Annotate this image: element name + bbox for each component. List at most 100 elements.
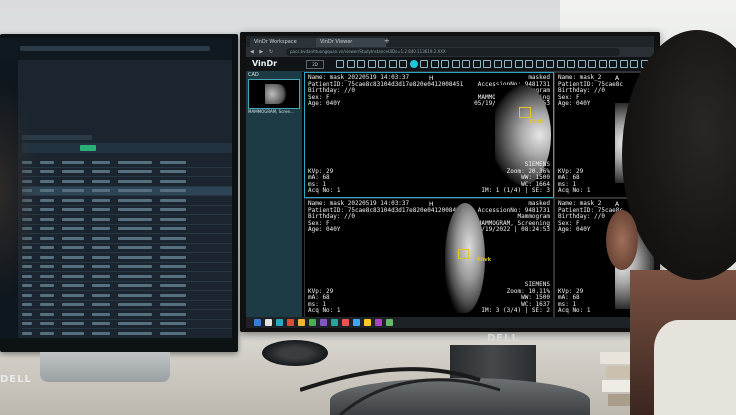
table-row[interactable]	[22, 196, 232, 206]
toolbar-tool-icon[interactable]	[546, 60, 554, 68]
taskbar-app-icon[interactable]	[375, 319, 382, 326]
table-cell	[62, 265, 84, 269]
viewport-2-roi-box[interactable]	[458, 249, 469, 259]
taskbar-app-icon[interactable]	[386, 319, 393, 326]
viewport-1-roi-box[interactable]	[519, 107, 531, 118]
table-cell	[40, 255, 54, 259]
layout-select[interactable]: 2D	[306, 60, 324, 69]
cables	[300, 367, 501, 415]
browser-tab-workspace[interactable]: VinDr Workspace	[250, 38, 320, 47]
toolbar-tool-icon[interactable]	[409, 60, 418, 68]
table-cell	[160, 179, 186, 183]
table-row[interactable]	[22, 168, 232, 177]
toolbar-tool-icon[interactable]	[472, 60, 481, 68]
toolbar-tool-icon[interactable]	[483, 60, 491, 68]
taskbar-app-icon[interactable]	[287, 319, 294, 326]
toolbar-tool-icon[interactable]	[567, 60, 575, 68]
taskbar-app-icon[interactable]	[320, 319, 327, 326]
toolbar-tool-icon[interactable]	[514, 60, 523, 68]
table-row[interactable]	[22, 206, 232, 215]
taskbar-app-icon[interactable]	[265, 319, 272, 326]
table-cell	[160, 274, 186, 278]
toolbar-tool-icon[interactable]	[525, 60, 533, 68]
table-cell	[118, 208, 152, 212]
table-cell	[40, 293, 54, 297]
table-row[interactable]	[22, 186, 232, 196]
table-cell	[118, 284, 152, 288]
table-row[interactable]	[22, 310, 232, 320]
toolbar-tool-icon[interactable]	[367, 60, 376, 68]
toolbar-tool-icon[interactable]	[420, 60, 428, 68]
table-cell	[92, 322, 110, 326]
main-monitor-screen: VinDr Workspace VinDr Viewer + ◀ ▶ ↻ pac…	[246, 36, 654, 328]
table-row[interactable]	[22, 301, 232, 310]
table-cell	[62, 274, 84, 278]
table-cell	[40, 189, 54, 193]
toolbar-tool-icon[interactable]	[493, 60, 502, 68]
series-thumbnail[interactable]	[248, 79, 300, 109]
viewport-2[interactable]: Name: mask_20220519 14:03:37 PatientID: …	[304, 198, 554, 318]
series-sidebar: CAD MAMMOGRAM, Scree...	[246, 71, 302, 317]
new-tab-button[interactable]: +	[384, 37, 390, 45]
table-cell	[160, 265, 186, 269]
toolbar-tool-icon[interactable]	[504, 60, 512, 68]
viewport-2-orientation-marker: H	[429, 201, 434, 208]
taskbar-app-icon[interactable]	[254, 319, 261, 326]
main-monitor: VinDr Workspace VinDr Viewer + ◀ ▶ ↻ pac…	[240, 32, 660, 332]
table-row[interactable]	[22, 177, 232, 187]
taskbar-app-icon[interactable]	[276, 319, 283, 326]
left-screen-search-button[interactable]	[80, 145, 96, 151]
toolbar-tool-icon[interactable]	[577, 60, 586, 68]
taskbar-app-icon[interactable]	[309, 319, 316, 326]
table-row[interactable]	[22, 263, 232, 272]
table-row[interactable]	[22, 225, 232, 234]
url-input[interactable]: pacs.bvdanhtuongquan.vn/viewer/StudyInst…	[286, 48, 620, 56]
toolbar-tool-icon[interactable]	[535, 60, 544, 68]
table-cell	[40, 274, 54, 278]
table-cell	[118, 170, 152, 174]
toolbar-tool-icon[interactable]	[388, 60, 397, 68]
toolbar-tool-icon[interactable]	[357, 60, 365, 68]
table-cell	[92, 170, 110, 174]
toolbar-tool-icon[interactable]	[399, 60, 407, 68]
toolbar-tool-icon[interactable]	[430, 60, 439, 68]
table-row[interactable]	[22, 234, 232, 244]
vindr-logo: VinDr	[252, 59, 278, 68]
toolbar-tool-icon[interactable]	[441, 60, 449, 68]
toolbar-tool-icon[interactable]	[346, 60, 355, 68]
taskbar-app-icon[interactable]	[364, 319, 371, 326]
table-cell	[160, 312, 186, 316]
table-cell	[92, 331, 110, 335]
toolbar-tool-icon[interactable]	[336, 60, 344, 68]
table-row[interactable]	[22, 282, 232, 291]
toolbar-tool-icon[interactable]	[588, 60, 596, 68]
table-cell	[160, 227, 186, 231]
browser-nav-icons[interactable]: ◀ ▶ ↻	[250, 49, 275, 55]
table-row[interactable]	[22, 253, 232, 263]
table-row[interactable]	[22, 158, 232, 168]
table-cell	[118, 189, 152, 193]
table-row[interactable]	[22, 320, 232, 329]
table-row[interactable]	[22, 215, 232, 225]
taskbar-app-icon[interactable]	[353, 319, 360, 326]
viewport-1[interactable]: Name: mask_20220519 14:03:37 PatientID: …	[304, 72, 554, 198]
table-cell	[62, 170, 84, 174]
table-cell	[118, 236, 152, 240]
toolbar-tool-icon[interactable]	[378, 60, 386, 68]
toolbar-tool-icon[interactable]	[556, 60, 565, 68]
toolbar-tool-icon[interactable]	[462, 60, 470, 68]
table-cell	[62, 208, 84, 212]
taskbar-app-icon[interactable]	[342, 319, 349, 326]
toolbar-tool-icon[interactable]	[451, 60, 460, 68]
viewport-1-orientation-marker: H	[429, 75, 434, 82]
taskbar-app-icon[interactable]	[331, 319, 338, 326]
table-row[interactable]	[22, 329, 232, 338]
table-row[interactable]	[22, 291, 232, 301]
table-cell	[92, 208, 110, 212]
cad-label: CAD	[248, 72, 259, 78]
taskbar-app-icon[interactable]	[298, 319, 305, 326]
table-cell	[92, 189, 110, 193]
table-row[interactable]	[22, 272, 232, 282]
browser-tab-viewer[interactable]: VinDr Viewer	[316, 38, 386, 47]
table-row[interactable]	[22, 244, 232, 253]
